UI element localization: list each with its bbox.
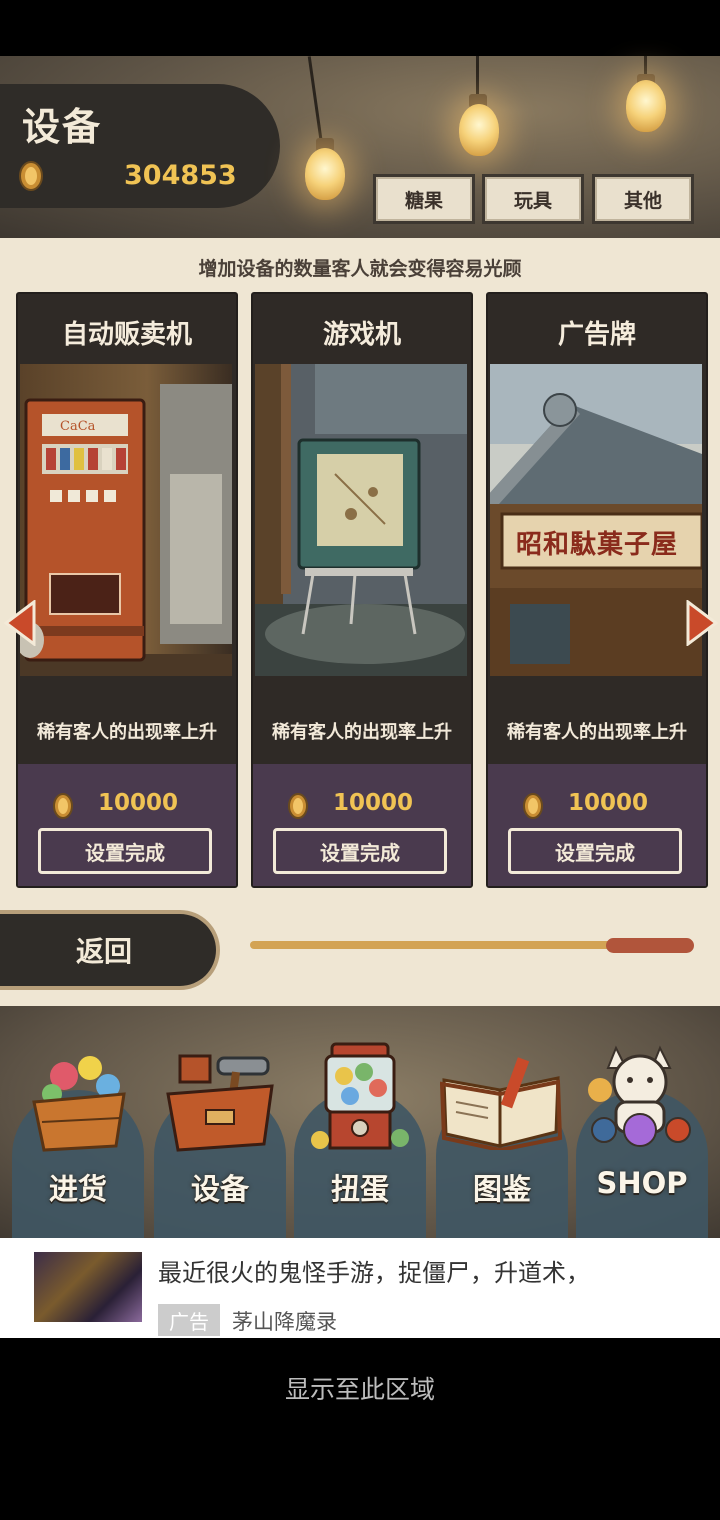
card-price: 10000 [568,790,649,816]
coin-balance: 304853 [124,160,237,191]
nav-item-stock[interactable]: 进货 [8,1046,148,1238]
book-icon [440,1057,563,1150]
nav-item-shop[interactable]: SHOP [572,1045,712,1238]
nav-label: 设备 [190,1172,249,1206]
gacha-machine-icon [311,1042,409,1150]
signboard-text: 昭和駄菓子屋 [516,530,679,560]
coin-icon [288,793,308,819]
card-price: 10000 [333,790,414,816]
install-complete-button[interactable]: 设置完成 [508,828,682,874]
toolbox-icon [166,1054,274,1152]
card-price-section: 10000 设置完成 [253,764,471,886]
nav-item-gacha[interactable]: 扭蛋 [290,1042,430,1238]
install-complete-button[interactable]: 设置完成 [38,828,212,874]
card-title: 广告牌 [557,320,636,350]
card-price-section: 10000 设置完成 [488,764,706,886]
back-label: 返回 [76,935,133,968]
arrow-left-icon[interactable] [2,600,38,646]
light-bulb-icon [305,148,345,200]
page-title: 设备 [22,105,103,149]
bottom-nav: 进货 设备 扭蛋 图鉴 SHOP [0,1006,720,1238]
equipment-header: 设备 304853 糖果 玩具 其他 [0,56,720,238]
nav-item-equipment[interactable]: 设备 [150,1046,290,1238]
card-price: 10000 [98,790,179,816]
card-title: 自动贩卖机 [61,320,192,350]
nav-label: SHOP [596,1166,688,1200]
display-area-hint: 显示至此区域 [284,1375,435,1404]
coin-icon [19,161,43,191]
svg-text:CaCa: CaCa [60,419,96,434]
tab-other[interactable]: 其他 [592,174,694,224]
tab-toys[interactable]: 玩具 [482,174,584,224]
ad-text[interactable]: 最近很火的鬼怪手游，捉僵尸，升道术， [158,1256,678,1308]
arrow-right-icon[interactable] [684,600,720,646]
card-description: 稀有客人的出现率上升 [507,722,687,743]
bulb-wire [476,56,479,96]
equipment-card-signboard[interactable]: 广告牌 昭和駄菓子屋 稀有客人的出现率上升 10000 设置完成 [486,292,708,888]
vending-machine-image: CaCa [20,364,232,676]
arcade-machine-image [255,364,467,676]
candy-basket-icon [32,1056,126,1152]
nav-label: 图鉴 [472,1172,531,1206]
card-price-section: 10000 设置完成 [18,764,236,886]
card-title: 游戏机 [322,320,401,350]
bulb-wire [307,56,324,146]
bulb-wire [644,56,647,76]
light-bulb-icon [626,80,666,132]
nav-label: 扭蛋 [330,1172,389,1206]
card-description: 稀有客人的出现率上升 [37,722,217,743]
coin-icon [523,793,543,819]
coin-icon [53,793,73,819]
equipment-card-vending[interactable]: 自动贩卖机 CaCa 稀有客人的出现率上升 10000 设置完成 [16,292,238,888]
equipment-panel: 增加设备的数量客人就会变得容易光顾 自动贩卖机 CaCa 稀有客人的出现率上升 … [0,238,720,1006]
lucky-cat-icon [588,1045,691,1147]
nav-item-catalog[interactable]: 图鉴 [432,1046,572,1238]
nav-label: 进货 [48,1172,107,1206]
ad-source: 茅山降魔录 [232,1310,337,1334]
hint-text: 增加设备的数量客人就会变得容易光顾 [198,258,522,280]
shop-signboard-image: 昭和駄菓子屋 [490,364,702,676]
scroll-thumb[interactable] [606,938,694,953]
ad-banner[interactable]: 最近很火的鬼怪手游，捉僵尸，升道术， 广告 茅山降魔录 [0,1238,720,1338]
card-description: 稀有客人的出现率上升 [272,722,452,743]
equipment-card-arcade[interactable]: 游戏机 稀有客人的出现率上升 10000 设置完成 [251,292,473,888]
tab-candy[interactable]: 糖果 [373,174,475,224]
install-complete-button[interactable]: 设置完成 [273,828,447,874]
light-bulb-icon [459,104,499,156]
ad-thumbnail[interactable] [34,1252,142,1322]
ad-badge: 广告 [158,1304,220,1336]
